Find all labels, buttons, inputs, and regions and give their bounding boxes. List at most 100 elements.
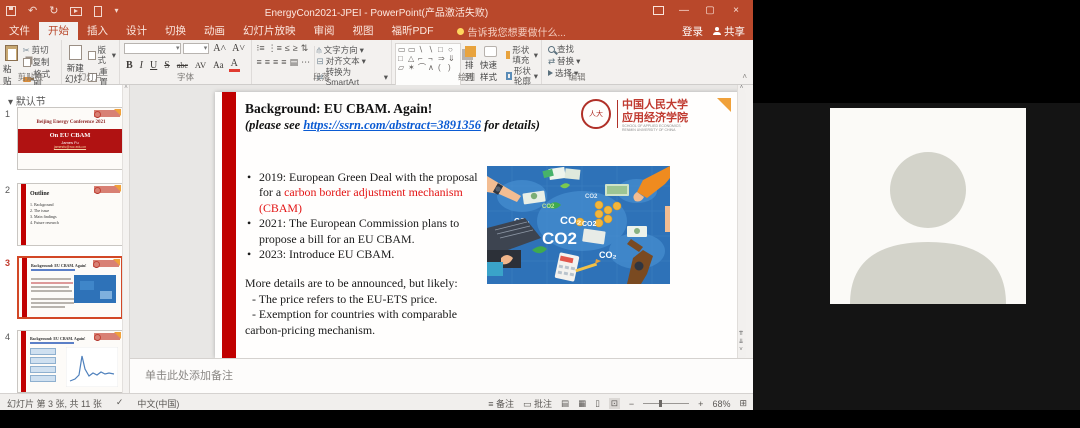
paste-icon: [5, 45, 18, 61]
svg-text:CO2: CO2: [585, 194, 598, 200]
clipboard-group: 粘贴 ✂剪切 复制 格式刷 剪贴板: [0, 40, 62, 84]
ribbon-display-options-icon[interactable]: [645, 0, 671, 22]
avatar-placeholder-icon: [830, 108, 1026, 304]
logo-corner-triangle: [717, 98, 731, 112]
font-name-combo[interactable]: [124, 43, 181, 54]
text-direction-button[interactable]: ⫛文字方向 ▾: [317, 45, 388, 55]
font-color-button[interactable]: A: [229, 58, 240, 72]
sign-in-button[interactable]: 登录: [682, 24, 703, 39]
character-spacing-button[interactable]: AV: [193, 60, 208, 70]
find-button[interactable]: 查找: [548, 44, 606, 54]
tab-transitions[interactable]: 切换: [156, 22, 195, 40]
university-seal-icon: 人大: [581, 99, 611, 129]
previous-next-slide-buttons[interactable]: ⇈⇊˅: [737, 330, 745, 354]
spellcheck-icon[interactable]: ✓: [116, 397, 124, 410]
normal-view-button[interactable]: ▤: [561, 398, 569, 409]
grow-font-button[interactable]: A˄: [211, 43, 228, 54]
tab-insert[interactable]: 插入: [78, 22, 117, 40]
fit-slide-button[interactable]: ⊞: [739, 398, 747, 409]
university-logo: 人大 中国人民大学 应用经济学院 SCHOOL OF APPLIED ECONO…: [581, 98, 731, 132]
slide-thumbnail-1[interactable]: Beijing Energy Conference 2021 On EU CBA…: [17, 107, 123, 170]
close-button[interactable]: ×: [723, 0, 749, 22]
slide-scrollbar[interactable]: ˄ ⇈⇊˅: [737, 85, 745, 358]
section-header[interactable]: ▾ 默认节: [8, 93, 46, 108]
minimize-button[interactable]: —: [671, 0, 697, 22]
notes-toggle[interactable]: ≡ 备注: [488, 397, 514, 410]
copy-icon: [23, 58, 31, 67]
participant-video-tile[interactable]: [830, 108, 1026, 304]
collapse-ribbon-icon[interactable]: ˄: [742, 72, 747, 81]
tab-design[interactable]: 设计: [117, 22, 156, 40]
new-slide-icon: [69, 45, 82, 60]
copy-button[interactable]: 复制: [23, 57, 58, 67]
search-icon: [548, 46, 555, 53]
comments-toggle[interactable]: ▭ 批注: [523, 397, 552, 410]
zoom-level[interactable]: 68%: [712, 399, 730, 409]
drawing-group: ▭▭∖∖□○ □△⌐¬⇒⇓ ▱✶⌒∧() 排列 快速样式 形状填充 ▾: [392, 40, 542, 84]
list-indent-controls[interactable]: ⁝≡⋮≡≤≥⇅: [255, 43, 312, 54]
current-slide[interactable]: Background: EU CBAM. Again! (please see …: [215, 92, 741, 358]
slide-number-indicator[interactable]: 幻灯片 第 3 张, 共 11 张: [7, 397, 102, 410]
slide-thumbnail-2[interactable]: Outline 1. Background 2. The issue 3. Ma…: [17, 183, 123, 246]
zoom-slider[interactable]: [643, 403, 689, 404]
notes-pane[interactable]: 单击此处添加备注: [130, 358, 753, 393]
bullet-2021: 2021: The European Commission plans to p…: [245, 216, 493, 247]
thumb-number-2: 2: [5, 185, 15, 195]
shape-fill-button[interactable]: 形状填充 ▾: [506, 45, 538, 65]
svg-text:CO2: CO2: [582, 221, 597, 228]
tab-review[interactable]: 审阅: [305, 22, 344, 40]
tab-view[interactable]: 视图: [344, 22, 383, 40]
share-button[interactable]: 共享: [713, 24, 745, 39]
slide-sorter-view-button[interactable]: ▦: [578, 398, 586, 409]
ribbon-tabs: 文件 开始 插入 设计 切换 动画 幻灯片放映 审阅 视图 福昕PDF 告诉我您…: [0, 22, 753, 40]
paragraph-group: ⁝≡⋮≡≤≥⇅ ≡≡≡≡▤⋯ ⫛文字方向 ▾ ⊟对齐文本 ▾ ⇄转换为 Smar…: [252, 40, 392, 84]
shrink-font-button[interactable]: A˅: [230, 43, 247, 54]
tab-slideshow[interactable]: 幻灯片放映: [234, 22, 305, 40]
tab-animations[interactable]: 动画: [195, 22, 234, 40]
layout-icon: [88, 51, 95, 60]
italic-button[interactable]: I: [138, 60, 145, 71]
language-indicator[interactable]: 中文(中国): [137, 397, 179, 410]
slide-canvas: Background: EU CBAM. Again! (please see …: [130, 85, 745, 358]
slide-thumbnail-3[interactable]: Background: EU CBAM. Again!: [17, 256, 123, 319]
detail-line-1: - The price refers to the EU-ETS price.: [245, 292, 493, 307]
ribbon: 粘贴 ✂剪切 复制 格式刷 剪贴板 新建 幻灯片: [0, 40, 753, 85]
slide-body-text: 2019: European Green Deal with the propo…: [245, 170, 493, 338]
zoom-in-button[interactable]: +: [698, 399, 703, 409]
align-text-button[interactable]: ⊟对齐文本 ▾: [317, 56, 388, 66]
slide-thumbnail-panel: ▾ 默认节 1 Beijing Energy Conference 2021 O…: [0, 85, 130, 393]
clear-formatting-button[interactable]: abc: [175, 61, 190, 70]
font-size-combo[interactable]: [183, 43, 209, 54]
person-icon: [713, 27, 721, 35]
tab-file[interactable]: 文件: [0, 22, 39, 40]
tab-foxit-pdf[interactable]: 福昕PDF: [383, 22, 443, 40]
slideshow-view-button[interactable]: ⊡: [609, 398, 620, 409]
ssrn-link[interactable]: https://ssrn.com/abstract=3891356: [303, 118, 481, 132]
tab-home[interactable]: 开始: [39, 22, 78, 40]
tell-me-box[interactable]: 告诉我您想要做什么...: [443, 22, 566, 40]
notes-placeholder: 单击此处添加备注: [145, 367, 233, 383]
svg-text:CO₂: CO₂: [599, 250, 617, 260]
alignment-controls[interactable]: ≡≡≡≡▤⋯: [255, 57, 312, 68]
title-bar: ↶ ↻ ▾ EnergyCon2021-JPEI - PowerPoint(产品…: [0, 0, 753, 22]
slide-thumbnail-4[interactable]: Background: EU CBAM. Again!: [17, 330, 123, 393]
strikethrough-button[interactable]: S: [162, 60, 172, 71]
bold-button[interactable]: B: [124, 60, 135, 71]
layout-button[interactable]: 版式 ▾: [88, 45, 116, 65]
editing-group: 查找 ⇄替换 ▾ 选择 ▾ 编辑: [542, 40, 612, 84]
replace-button[interactable]: ⇄替换 ▾: [548, 56, 606, 66]
maximize-button[interactable]: ▢: [697, 0, 723, 22]
cbam-collage-image: CO2 CO₂ CO₂ CO2 CO₂ CO2 CO2: [487, 166, 670, 284]
change-case-button[interactable]: Aa: [211, 60, 226, 70]
thumb-number-3: 3: [5, 258, 15, 268]
zoom-out-button[interactable]: −: [629, 399, 634, 409]
slide-subtitle: (please see https://ssrn.com/abstract=38…: [245, 118, 540, 133]
cut-button[interactable]: ✂剪切: [23, 45, 58, 55]
window-title: EnergyCon2021-JPEI - PowerPoint(产品激活失败): [0, 4, 753, 19]
thumb-number-4: 4: [5, 332, 15, 342]
shape-fill-icon: [506, 51, 511, 59]
underline-button[interactable]: U: [148, 60, 159, 71]
reading-view-button[interactable]: ▯: [595, 398, 600, 409]
font-group: A˄ A˅ B I U S abc AV Aa A 字体: [120, 40, 252, 84]
thumbnail-scrollbar[interactable]: ˄: [122, 85, 129, 393]
